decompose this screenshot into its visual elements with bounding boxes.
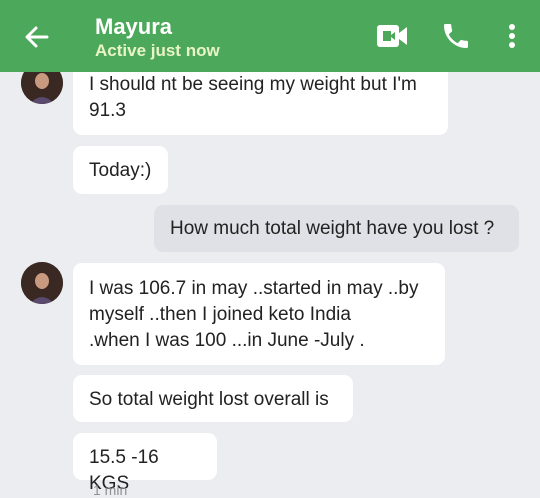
message-bubble-outgoing[interactable]: How much total weight have you lost ? (154, 205, 519, 252)
contact-avatar[interactable] (21, 262, 63, 304)
message-text: So total weight lost overall is (89, 389, 329, 410)
contact-status: Active just now (95, 41, 220, 60)
message-text: 91.3 (89, 100, 126, 121)
chat-header: Mayura Active just now (0, 0, 540, 72)
message-text: How much total weight have you lost ? (170, 218, 495, 239)
message-text: I should nt be seeing my weight but I'm (89, 74, 417, 95)
contact-name[interactable]: Mayura (95, 14, 172, 40)
message-timestamp: 1 min (93, 482, 128, 498)
message-bubble-incoming[interactable]: 15.5 -16 KGS (73, 433, 217, 494)
phone-icon (444, 24, 468, 48)
message-text: .when I was 100 ...in June -July . (89, 330, 365, 351)
message-bubble-incoming[interactable]: So total weight lost overall is (73, 375, 353, 422)
message-bubble-incoming[interactable]: I should nt be seeing my weight but I'm … (73, 63, 448, 135)
more-options-button[interactable] (502, 20, 522, 52)
voice-call-button[interactable] (440, 20, 472, 52)
message-text: myself ..then I joined keto India (89, 304, 351, 325)
message-text: I was 106.7 in may ..started in may ..by (89, 278, 419, 299)
message-bubble-incoming[interactable]: I was 106.7 in may ..started in may ..by… (73, 263, 445, 365)
arrow-left-icon (25, 26, 49, 48)
video-camera-icon (377, 25, 407, 47)
back-button[interactable] (20, 20, 54, 54)
video-call-button[interactable] (376, 22, 408, 50)
more-vert-icon (509, 24, 515, 48)
message-text: Today:) (89, 160, 152, 181)
message-bubble-incoming[interactable]: Today:) (73, 146, 168, 194)
